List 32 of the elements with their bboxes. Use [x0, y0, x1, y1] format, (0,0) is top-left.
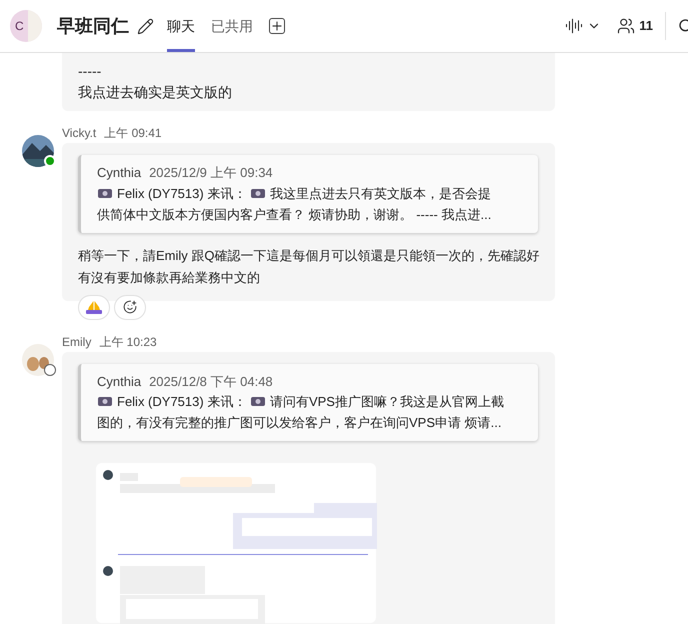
message-time: 上午 10:23: [99, 334, 157, 350]
add-tab-icon[interactable]: [269, 18, 285, 34]
audio-icon[interactable]: [565, 17, 584, 35]
quote-author: Cynthia: [97, 164, 142, 182]
quoted-message[interactable]: Cynthia 2025/12/9 上午 09:34 Felix (DY7513) 来讯： 我这里点进去只有英文版本，是否会提 供简体中文版本方便国内客户查看？ 烦请协助，谢谢。 ----- 我点进...: [78, 155, 538, 232]
message-text: 我点进去确实是英文版的: [78, 83, 233, 102]
camera-icon: [250, 395, 266, 407]
author-name: Emily: [62, 334, 92, 350]
add-reaction-icon: [123, 300, 137, 314]
tab[interactable]: 已共用: [211, 0, 253, 52]
message-text: -----: [78, 62, 102, 81]
quoted-message[interactable]: Cynthia 2025/12/8 下午 04:48 Felix (DY7513) 来讯： 请问有VPS推广图嘛？我这是从官网上截 图的，有没有完整的推广图可以发给客户，客户在询问VPS申请 烦请...: [78, 364, 538, 441]
quote-text: Felix (DY7513) 来讯： 我这里点进去只有英文版本，是否会提 供简体中文版本方便国内客户查看？ 烦请协助，谢谢。 ----- 我点进...: [97, 184, 492, 224]
camera-icon: [97, 186, 113, 198]
participants-icon[interactable]: [617, 17, 636, 35]
author-name: Vicky.t: [62, 125, 96, 142]
participant-count: 11: [639, 17, 653, 36]
avatar[interactable]: [22, 135, 54, 167]
message-time: 上午 09:41: [104, 125, 162, 142]
camera-icon: [250, 186, 266, 198]
avatar-letter: C: [15, 18, 24, 35]
quote-time: 2025/12/9 上午 09:34: [149, 164, 273, 182]
group-avatar[interactable]: C: [10, 10, 42, 42]
add-reaction-button[interactable]: [114, 294, 146, 320]
camera-icon: [97, 395, 113, 407]
message-text: 稍等一下，請Emily 跟Q確認一下這是每個月可以領還是只能領一次的，先確認好有沒有要加條款再給業務中文的: [78, 246, 540, 286]
reaction-button[interactable]: [78, 294, 110, 320]
quote-time: 2025/12/8 下午 04:48: [149, 372, 273, 390]
quote-text: Felix (DY7513) 来讯： 请问有VPS推广图嘛？我这是从官网上截 图的，有没有完整的推广图可以发给客户，客户在询问VPS申请 烦请...: [97, 393, 505, 432]
chat-title: 早班同仁: [57, 14, 129, 38]
edit-icon[interactable]: [137, 18, 154, 34]
quote-author: Cynthia: [97, 372, 142, 391]
